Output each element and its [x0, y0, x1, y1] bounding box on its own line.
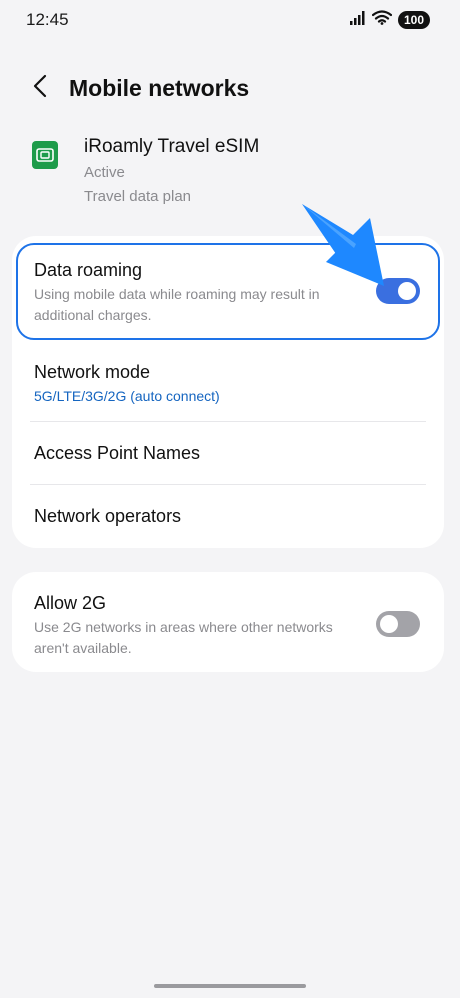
- data-roaming-toggle[interactable]: [376, 278, 420, 304]
- access-point-names-title: Access Point Names: [34, 443, 201, 463]
- page-title: Mobile networks: [69, 74, 250, 101]
- sim-info: iRoamly Travel eSIM Active Travel data p…: [32, 134, 432, 214]
- status-time: 12:45: [26, 10, 69, 29]
- signal-icon: [349, 10, 366, 30]
- access-point-names-row[interactable]: Access Point Names: [12, 422, 444, 484]
- toggle-knob: [398, 282, 416, 300]
- sim-name: iRoamly Travel eSIM: [84, 136, 260, 157]
- sim-status: Active: [84, 164, 125, 181]
- network-mode-title: Network mode: [34, 362, 151, 382]
- allow-2g-description: Use 2G networks in areas where other net…: [34, 619, 333, 656]
- data-roaming-description: Using mobile data while roaming may resu…: [34, 286, 320, 323]
- network-mode-value: 5G/LTE/3G/2G (auto connect): [34, 388, 220, 404]
- battery-icon: 100: [397, 11, 430, 29]
- allow-2g-row[interactable]: Allow 2G Use 2G networks in areas where …: [12, 572, 444, 672]
- status-bar: 12:45 100: [0, 0, 460, 40]
- app-header: Mobile networks: [0, 68, 460, 108]
- data-roaming-title: Data roaming: [34, 260, 143, 280]
- network-operators-row[interactable]: Network operators: [12, 485, 444, 547]
- network-mode-row[interactable]: Network mode 5G/LTE/3G/2G (auto connect): [12, 348, 444, 420]
- home-indicator[interactable]: [154, 984, 306, 988]
- status-icons: 100: [349, 10, 430, 30]
- wifi-icon: [371, 10, 393, 30]
- allow-2g-title: Allow 2G: [34, 593, 107, 613]
- sim-plan: Travel data plan: [84, 188, 192, 205]
- data-roaming-row[interactable]: Data roaming Using mobile data while roa…: [12, 236, 444, 340]
- toggle-knob: [380, 615, 398, 633]
- allow-2g-toggle[interactable]: [376, 611, 420, 637]
- network-settings-card: Data roaming Using mobile data while roa…: [12, 236, 444, 548]
- sim-card-icon: [32, 141, 58, 169]
- back-button[interactable]: [20, 68, 60, 108]
- allow-2g-card: Allow 2G Use 2G networks in areas where …: [12, 572, 444, 672]
- chevron-left-icon: [33, 74, 47, 103]
- network-operators-title: Network operators: [34, 506, 182, 526]
